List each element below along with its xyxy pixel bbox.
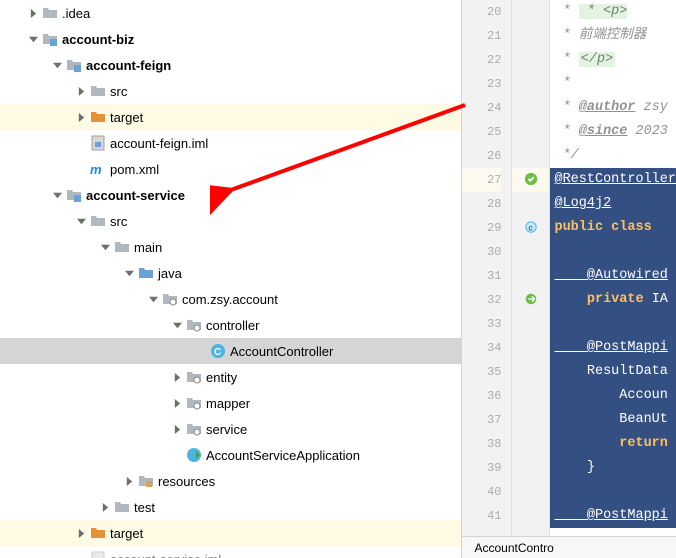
tree-label: AccountServiceApplication	[206, 448, 360, 463]
chevron-down-icon	[50, 58, 64, 72]
tree-label: mapper	[206, 396, 250, 411]
tree-node-resources[interactable]: resources	[0, 468, 461, 494]
folder-icon	[90, 83, 106, 99]
folder-icon	[42, 5, 58, 21]
tree-node-account-service[interactable]: account-service	[0, 182, 461, 208]
tree-label: java	[158, 266, 182, 281]
tree-label: AccountController	[230, 344, 333, 359]
class-gutter-icon[interactable]: c	[524, 220, 538, 237]
breadcrumb-bar[interactable]: AccountContro	[462, 536, 676, 558]
iml-file-icon	[90, 551, 106, 558]
iml-file-icon	[90, 135, 106, 151]
folder-icon	[42, 31, 58, 47]
svg-text:m: m	[90, 162, 102, 177]
folder-icon	[90, 213, 106, 229]
package-icon	[186, 395, 202, 411]
folder-icon	[66, 57, 82, 73]
chevron-right-icon	[170, 422, 184, 436]
code-content[interactable]: * * <p> * 前端控制器 * </p> * * @author zsy *…	[550, 0, 676, 558]
folder-icon	[114, 239, 130, 255]
chevron-down-icon	[122, 266, 136, 280]
tree-node-application[interactable]: AccountServiceApplication	[0, 442, 461, 468]
tree-label: account-feign.iml	[110, 136, 208, 151]
chevron-right-icon	[122, 474, 136, 488]
tree-label: pom.xml	[110, 162, 159, 177]
tree-label: .idea	[62, 6, 90, 21]
tree-label: account-biz	[62, 32, 134, 47]
chevron-down-icon	[26, 32, 40, 46]
breadcrumb-item[interactable]: AccountContro	[474, 541, 553, 555]
tree-node-test[interactable]: test	[0, 494, 461, 520]
tree-label: account-service	[86, 188, 185, 203]
spring-run-icon	[186, 447, 202, 463]
tree-label: account-feign	[86, 58, 171, 73]
tree-node-account-controller[interactable]: C AccountController	[0, 338, 461, 364]
tree-label: com.zsy.account	[182, 292, 278, 307]
folder-icon	[66, 187, 82, 203]
folder-excluded-icon	[90, 109, 106, 125]
tree-node-service[interactable]: service	[0, 416, 461, 442]
chevron-right-icon	[26, 6, 40, 20]
tree-label: entity	[206, 370, 237, 385]
tree-label: test	[134, 500, 155, 515]
line-number-gutter: 20 21 22 23 24 25 26 27 28 29 30 31 32 3…	[462, 0, 512, 558]
tree-node-entity[interactable]: entity	[0, 364, 461, 390]
class-icon: C	[210, 343, 226, 359]
chevron-down-icon	[146, 292, 160, 306]
source-root-icon	[138, 265, 154, 281]
tree-label: target	[110, 110, 143, 125]
tree-node-main[interactable]: main	[0, 234, 461, 260]
nav-gutter-icon[interactable]	[524, 292, 538, 309]
svg-text:C: C	[214, 347, 221, 358]
tree-node-package[interactable]: com.zsy.account	[0, 286, 461, 312]
tree-label: resources	[158, 474, 215, 489]
tree-node-java[interactable]: java	[0, 260, 461, 286]
chevron-right-icon	[170, 370, 184, 384]
chevron-right-icon	[74, 84, 88, 98]
tree-node-src[interactable]: src	[0, 78, 461, 104]
folder-excluded-icon	[90, 525, 106, 541]
tree-label: account-service.iml	[110, 552, 221, 558]
resources-root-icon	[138, 473, 154, 489]
tree-node-target[interactable]: target	[0, 520, 461, 546]
package-icon	[186, 369, 202, 385]
package-icon	[162, 291, 178, 307]
chevron-right-icon	[170, 396, 184, 410]
project-tree[interactable]: .idea account-biz account-feign src targ…	[0, 0, 461, 558]
spring-gutter-icon[interactable]	[524, 172, 538, 189]
chevron-down-icon	[170, 318, 184, 332]
tree-node-account-feign[interactable]: account-feign	[0, 52, 461, 78]
chevron-right-icon	[74, 110, 88, 124]
chevron-right-icon	[74, 526, 88, 540]
svg-text:c: c	[528, 223, 533, 232]
tree-node-service-iml[interactable]: account-service.iml	[0, 546, 461, 558]
chevron-down-icon	[50, 188, 64, 202]
tree-label: main	[134, 240, 162, 255]
tree-label: src	[110, 84, 127, 99]
tree-node-pom[interactable]: m pom.xml	[0, 156, 461, 182]
tree-node-src[interactable]: src	[0, 208, 461, 234]
package-icon	[186, 317, 202, 333]
tree-label: target	[110, 526, 143, 541]
tree-node-mapper[interactable]: mapper	[0, 390, 461, 416]
package-icon	[186, 421, 202, 437]
maven-file-icon: m	[90, 161, 106, 177]
tree-label: service	[206, 422, 247, 437]
tree-node-feign-iml[interactable]: account-feign.iml	[0, 130, 461, 156]
tree-node-account-biz[interactable]: account-biz	[0, 26, 461, 52]
tree-label: controller	[206, 318, 259, 333]
tree-node-controller[interactable]: controller	[0, 312, 461, 338]
tree-label: src	[110, 214, 127, 229]
code-editor[interactable]: 20 21 22 23 24 25 26 27 28 29 30 31 32 3…	[461, 0, 676, 558]
tree-node-target[interactable]: target	[0, 104, 461, 130]
tree-node-idea[interactable]: .idea	[0, 0, 461, 26]
chevron-right-icon	[98, 500, 112, 514]
chevron-down-icon	[98, 240, 112, 254]
folder-icon	[114, 499, 130, 515]
gutter-icons: c	[512, 0, 550, 558]
chevron-down-icon	[74, 214, 88, 228]
